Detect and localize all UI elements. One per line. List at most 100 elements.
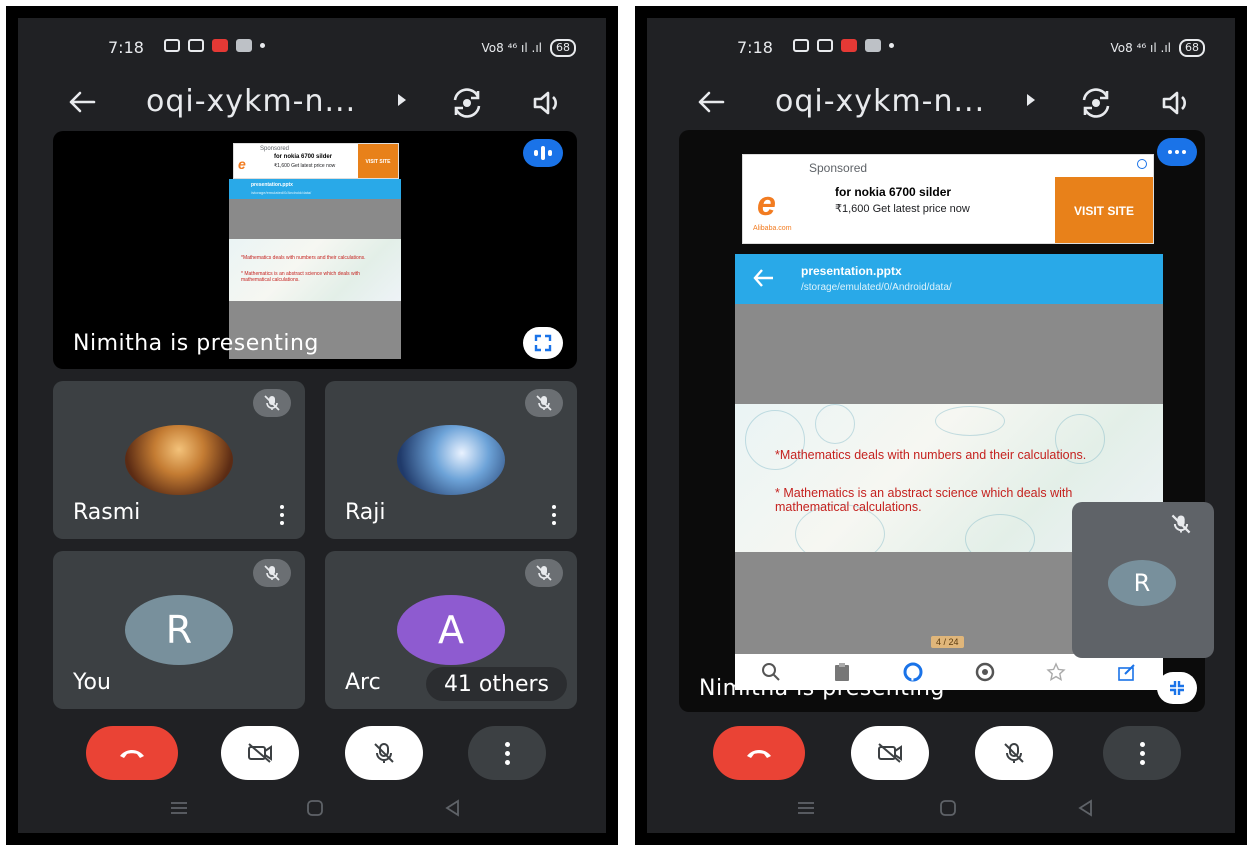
meeting-header: oqi-xykm-n... [647,74,1235,130]
system-status: Vo8 ⁴⁶ ıl .ıl 68 [1111,39,1205,57]
android-nav-bar [18,793,606,823]
ad-title: for nokia 6700 silder [835,185,952,199]
alibaba-logo-icon: e [238,156,246,172]
meeting-header: oqi-xykm-n... [18,74,606,130]
mic-off-icon [264,565,280,581]
mic-off-icon [536,395,552,411]
favorite-tool-button[interactable] [1043,659,1069,685]
visit-site-button[interactable]: VISIT SITE [358,144,398,178]
recent-apps-button[interactable] [168,798,190,818]
youtube-icon [841,39,857,52]
sponsored-ad[interactable]: Sponsored e Alibaba.com for nokia 6700 s… [742,154,1154,244]
camera-toggle-button[interactable] [851,726,929,780]
participant-name: Rasmi [73,500,141,525]
battery-icon: 68 [550,39,576,57]
speaker-button[interactable] [528,84,566,122]
switch-camera-icon [453,88,481,118]
edit-tool-button[interactable] [1114,659,1140,685]
more-notifications-icon [889,43,894,48]
switch-camera-button[interactable] [448,84,486,122]
battery-icon: 68 [1179,39,1205,57]
slide-line-1: *Mathematics deals with numbers and thei… [241,255,366,261]
ad-sponsored-label: Sponsored [809,161,868,175]
avatar: R [1108,560,1176,606]
presentation-path: /storage/emulated/0/Android/data/ [801,282,952,293]
participant-tile-raji[interactable]: Raji [325,381,577,539]
presentation-filename: presentation.pptx [251,182,293,188]
ad-info-icon[interactable] [1137,159,1147,169]
participant-tile-rasmi[interactable]: Rasmi [53,381,305,539]
arrow-back-icon [69,91,96,113]
fullscreen-exit-icon [1170,681,1184,695]
participant-name: Arc [345,670,381,695]
recent-apps-button[interactable] [795,798,817,818]
cast-icon [793,39,809,52]
phone-hangup-icon [120,750,144,758]
more-vert-icon [1139,741,1145,765]
status-bar: 7:18 Vo8 ⁴⁶ ıl .ıl 68 [18,36,606,62]
android-nav-bar [647,793,1235,823]
back-button[interactable] [64,84,100,120]
switch-camera-button[interactable] [1077,84,1115,122]
nav-back-button[interactable] [442,798,464,818]
slide-content: *Mathematics deals with numbers and thei… [229,239,401,301]
more-options-button[interactable] [549,505,559,525]
app-icon [236,39,252,52]
help-tool-button[interactable] [972,659,998,685]
avatar [397,425,505,495]
signal-icon: Vo8 ⁴⁶ ıl .ıl [1110,41,1171,55]
sponsored-ad[interactable]: Sponsored e for nokia 6700 silder ₹1,600… [233,143,399,179]
mic-off-icon [536,565,552,581]
home-button[interactable] [304,798,326,818]
caret-right-icon[interactable] [398,94,406,106]
call-controls [647,726,1235,786]
presenting-label: Nimitha is presenting [73,331,319,356]
visit-site-button[interactable]: VISIT SITE [1055,177,1153,243]
video-off-icon [248,743,272,763]
presentation-path: /storage/emulated/0/Android/data/ [251,190,312,195]
app-icon [865,39,881,52]
fullscreen-button[interactable] [523,327,563,359]
self-view-tile[interactable]: R [1072,502,1214,658]
audio-level-indicator [1157,138,1197,166]
participant-tile-you[interactable]: R You [53,551,305,709]
muted-badge [253,389,291,417]
others-count-button[interactable]: 41 others [425,667,567,701]
home-button[interactable] [937,798,959,818]
menu-icon [798,802,814,814]
presenting-label: Nimitha is presenting [699,676,945,701]
mic-off-icon [1004,743,1024,763]
arrow-back-icon[interactable] [753,268,775,288]
speaker-icon [1162,91,1186,115]
meeting-code-title[interactable]: oqi-xykm-n... [146,84,356,119]
exit-fullscreen-button[interactable] [1157,672,1197,704]
participant-name: Raji [345,500,386,525]
caret-right-icon[interactable] [1027,94,1035,106]
speaker-button[interactable] [1157,84,1195,122]
gallery-icon [188,39,204,52]
presentation-filename: presentation.pptx [801,264,902,278]
audio-level-indicator [523,139,563,167]
camera-toggle-button[interactable] [221,726,299,780]
more-notifications-icon [260,43,265,48]
meeting-code-title[interactable]: oqi-xykm-n... [775,84,985,119]
mic-toggle-button[interactable] [345,726,423,780]
more-options-button[interactable] [468,726,546,780]
end-call-button[interactable] [713,726,805,780]
phone-hangup-icon [747,750,771,758]
more-options-button[interactable] [277,505,287,525]
end-call-button[interactable] [86,726,178,780]
alibaba-logo-icon: e [757,185,776,223]
gallery-icon [817,39,833,52]
slide-line-1: *Mathematics deals with numbers and thei… [775,448,1087,462]
back-button[interactable] [693,84,729,120]
ad-logo-text: Alibaba.com [753,225,792,232]
right-phone-frame: 7:18 Vo8 ⁴⁶ ıl .ıl 68 oqi-xykm-n... Spon… [635,6,1247,845]
mic-off-icon [264,395,280,411]
muted-badge [525,559,563,587]
nav-back-button[interactable] [1075,798,1097,818]
more-options-button[interactable] [1103,726,1181,780]
presentation-stage[interactable]: Sponsored e for nokia 6700 silder ₹1,600… [53,131,577,369]
participant-tile-archana[interactable]: A Arc 41 others [325,551,577,709]
mic-toggle-button[interactable] [975,726,1053,780]
